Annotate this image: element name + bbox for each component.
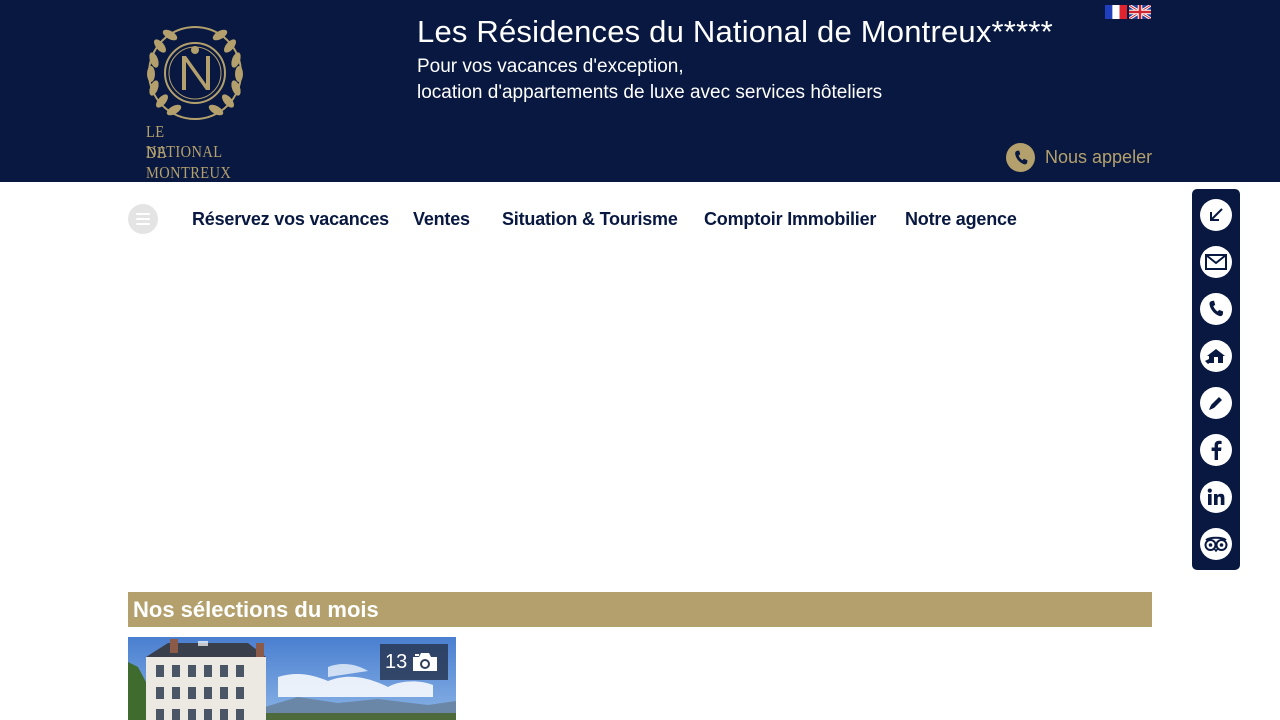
call-us-label: Nous appeler	[1045, 147, 1153, 167]
tripadvisor-icon[interactable]	[1200, 528, 1232, 560]
photo-count: 13	[385, 650, 408, 673]
camera-icon	[413, 653, 438, 671]
selections-header: Nos sélections du mois	[128, 592, 1152, 627]
site-subtitle-line2: location d'appartements de luxe avec ser…	[417, 82, 883, 103]
property-estimate-icon[interactable]	[1200, 340, 1232, 372]
call-us-button[interactable]: Nous appeler	[1006, 143, 1152, 172]
nav-item-ventes[interactable]: Ventes	[413, 209, 470, 230]
logo-text-line2: DE MONTREUX	[146, 143, 232, 182]
selection-card-photo[interactable]: 13	[128, 637, 456, 720]
pencil-icon[interactable]	[1200, 387, 1232, 419]
site-header: LE NATIONAL DE MONTREUX Les Résidences d…	[0, 0, 1280, 182]
french-flag-icon[interactable]	[1105, 5, 1127, 19]
facebook-icon[interactable]	[1200, 434, 1232, 466]
floating-action-bar	[1192, 189, 1240, 570]
english-flag-icon[interactable]	[1129, 5, 1151, 19]
site-title: Les Résidences du National de Montreux**…	[417, 14, 1053, 49]
phone-icon	[1006, 143, 1035, 172]
photo-count-badge: 13	[380, 644, 448, 680]
hamburger-menu-icon[interactable]	[128, 204, 158, 234]
phone-icon[interactable]	[1200, 293, 1232, 325]
nav-item-comptoir-immobilier[interactable]: Comptoir Immobilier	[704, 209, 876, 230]
nav-item-situation-tourisme[interactable]: Situation & Tourisme	[502, 209, 678, 230]
nav-item-reservez-vos-vacances[interactable]: Réservez vos vacances	[192, 209, 389, 230]
nav-item-notre-agence[interactable]: Notre agence	[905, 209, 1017, 230]
selections-title: Nos sélections du mois	[133, 597, 379, 622]
mail-icon[interactable]	[1200, 246, 1232, 278]
language-switcher	[1105, 5, 1151, 19]
collapse-arrow-icon[interactable]	[1200, 199, 1232, 231]
site-subtitle-line1: Pour vos vacances d'exception,	[417, 56, 684, 77]
linkedin-icon[interactable]	[1200, 481, 1232, 513]
